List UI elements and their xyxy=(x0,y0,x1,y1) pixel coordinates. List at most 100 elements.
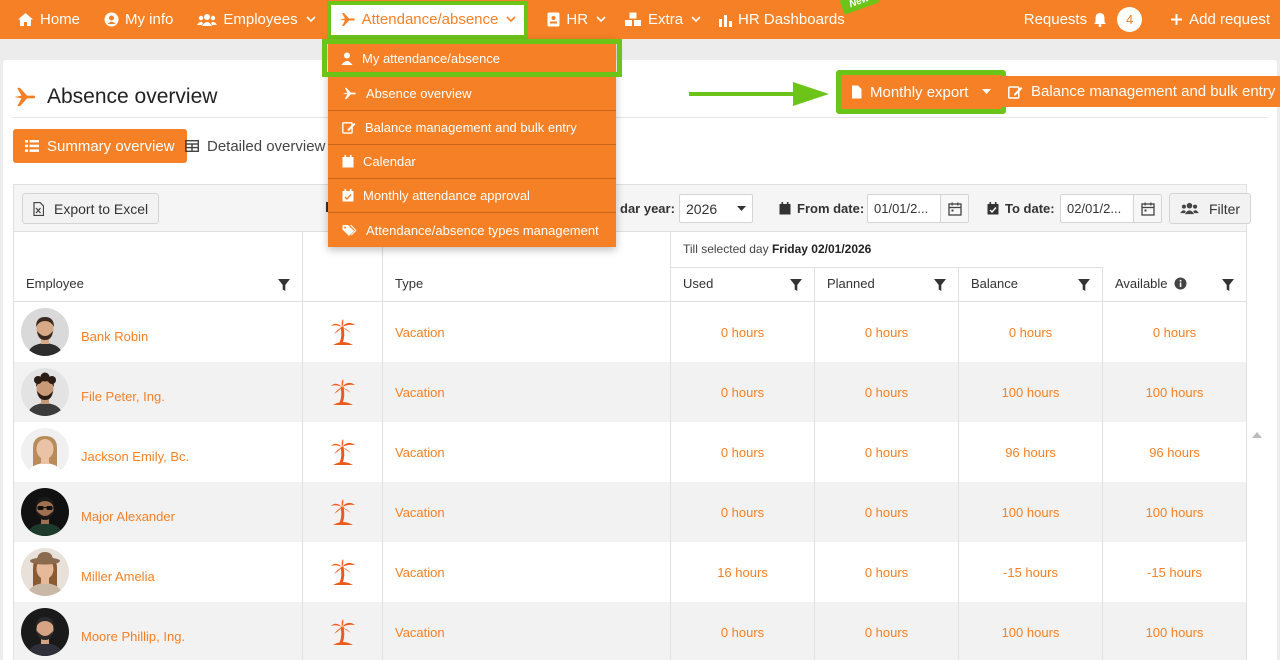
cell-type[interactable]: Vacation xyxy=(383,362,671,422)
cell-balance[interactable]: -15 hours xyxy=(959,542,1103,602)
cell-planned[interactable]: 0 hours xyxy=(815,542,959,602)
caret-down-icon xyxy=(737,205,746,212)
airplane-icon xyxy=(342,87,357,100)
filter-funnel-icon[interactable] xyxy=(934,279,946,292)
nav-attendance-absence[interactable]: Attendance/absence xyxy=(326,0,529,39)
employee-name-link[interactable]: Moore Phillip, Ing. xyxy=(81,629,185,644)
info-icon[interactable] xyxy=(1174,277,1187,290)
cell-planned[interactable]: 0 hours xyxy=(815,422,959,482)
export-to-excel-button[interactable]: Export to Excel xyxy=(22,193,160,224)
cell-balance[interactable]: 96 hours xyxy=(959,422,1103,482)
table-row[interactable]: Miller Amelia Vacation 16 hours 0 hours -15 … xyxy=(14,542,1246,602)
avatar[interactable] xyxy=(21,608,69,656)
dropdown-item-attendance-absence-types-management[interactable]: Attendance/absence types management xyxy=(328,213,616,247)
calendar-year-select[interactable]: 2026 xyxy=(679,194,753,223)
top-navigation: Home My info Employees Attendance/absenc… xyxy=(0,0,1280,39)
employee-name-link[interactable]: File Peter, Ing. xyxy=(81,389,165,404)
plus-icon xyxy=(1170,13,1183,26)
table-icon xyxy=(185,140,199,152)
cell-used[interactable]: 0 hours xyxy=(671,602,815,660)
users-icon xyxy=(1180,202,1199,215)
cell-used[interactable]: 16 hours xyxy=(671,542,815,602)
nav-home[interactable]: Home xyxy=(8,0,89,39)
employee-name-link[interactable]: Bank Robin xyxy=(81,329,148,344)
cell-available[interactable]: 0 hours xyxy=(1103,302,1246,362)
main-panel: Absence overview Monthly export Balance … xyxy=(3,60,1280,660)
from-date-input[interactable]: 01/01/2... xyxy=(867,194,969,223)
monthly-export-button[interactable]: Monthly export xyxy=(836,70,1007,114)
grid-rows: Bank Robin Vacation 0 hours 0 hours 0 hours 0… xyxy=(14,302,1246,660)
avatar[interactable] xyxy=(21,548,69,596)
dropdown-item-balance-management-and-bulk-entry[interactable]: Balance management and bulk entry xyxy=(328,111,616,145)
calendar-picker-icon[interactable] xyxy=(940,195,968,222)
nav-hr[interactable]: HR xyxy=(538,0,615,39)
filter-funnel-icon[interactable] xyxy=(790,279,802,292)
caret-down-icon[interactable] xyxy=(982,89,992,95)
dropdown-item-monthly-attendance-approval[interactable]: Monthly attendance approval xyxy=(328,179,616,213)
header-employee[interactable]: Employee xyxy=(14,232,303,302)
cell-type[interactable]: Vacation xyxy=(383,422,671,482)
table-row[interactable]: File Peter, Ing. Vacation 0 hours 0 hours 10… xyxy=(14,362,1246,422)
cell-planned[interactable]: 0 hours xyxy=(815,302,959,362)
filter-funnel-icon[interactable] xyxy=(1222,279,1234,292)
tab-summary-overview[interactable]: Summary overview xyxy=(13,129,187,163)
nav-employees[interactable]: Employees xyxy=(188,0,324,39)
nav-hr-dashboards[interactable]: HR Dashboards New xyxy=(710,0,880,39)
cell-used[interactable]: 0 hours xyxy=(671,482,815,542)
calendar-picker-icon[interactable] xyxy=(1133,195,1161,222)
avatar[interactable] xyxy=(21,428,69,476)
header-used[interactable]: Used xyxy=(671,267,815,302)
palm-tree-icon xyxy=(330,558,356,586)
cell-balance[interactable]: 100 hours xyxy=(959,362,1103,422)
cell-type[interactable]: Vacation xyxy=(383,542,671,602)
nav-add-request[interactable]: Add request xyxy=(1161,0,1280,39)
table-row[interactable]: Moore Phillip, Ing. Vacation 0 hours 0 hour… xyxy=(14,602,1246,660)
cell-available[interactable]: 100 hours xyxy=(1103,602,1246,660)
to-date-input[interactable]: 02/01/2... xyxy=(1060,194,1162,223)
cell-used[interactable]: 0 hours xyxy=(671,362,815,422)
employee-name-link[interactable]: Jackson Emily, Bc. xyxy=(81,449,189,464)
filter-funnel-icon[interactable] xyxy=(1078,279,1090,292)
avatar[interactable] xyxy=(21,308,69,356)
file-icon xyxy=(851,85,862,99)
cell-balance[interactable]: 100 hours xyxy=(959,482,1103,542)
cell-type[interactable]: Vacation xyxy=(383,302,671,362)
tab-detailed-overview[interactable]: Detailed overview xyxy=(185,129,325,163)
filter-funnel-icon[interactable] xyxy=(278,279,290,292)
cell-type[interactable]: Vacation xyxy=(383,602,671,660)
grid-toolbar: Export to Excel dar year: 2026 From date… xyxy=(14,185,1251,232)
balance-management-button[interactable]: Balance management and bulk entry xyxy=(998,76,1280,107)
cell-planned[interactable]: 0 hours xyxy=(815,362,959,422)
dropdown-item-absence-overview[interactable]: Absence overview xyxy=(328,77,616,111)
filter-button[interactable]: Filter xyxy=(1169,193,1251,224)
cell-type[interactable]: Vacation xyxy=(383,482,671,542)
chevron-down-icon xyxy=(506,16,516,23)
header-balance[interactable]: Balance xyxy=(959,267,1103,302)
employee-name-link[interactable]: Miller Amelia xyxy=(81,569,155,584)
employee-name-link[interactable]: Major Alexander xyxy=(81,509,175,524)
table-row[interactable]: Bank Robin Vacation 0 hours 0 hours 0 hours 0… xyxy=(14,302,1246,362)
nav-extra[interactable]: Extra xyxy=(615,0,710,39)
cell-used[interactable]: 0 hours xyxy=(671,422,815,482)
cell-balance[interactable]: 100 hours xyxy=(959,602,1103,660)
cell-available[interactable]: 100 hours xyxy=(1103,482,1246,542)
header-planned[interactable]: Planned xyxy=(815,267,959,302)
table-row[interactable]: Major Alexander Vacation 0 hours 0 hours 100… xyxy=(14,482,1246,542)
table-row[interactable]: Jackson Emily, Bc. Vacation 0 hours 0 hours… xyxy=(14,422,1246,482)
header-available[interactable]: Available xyxy=(1103,232,1247,302)
scroll-up-arrow[interactable] xyxy=(1252,431,1262,438)
chevron-down-icon xyxy=(691,16,701,23)
cell-planned[interactable]: 0 hours xyxy=(815,602,959,660)
cell-balance[interactable]: 0 hours xyxy=(959,302,1103,362)
cell-available[interactable]: 100 hours xyxy=(1103,362,1246,422)
avatar[interactable] xyxy=(21,368,69,416)
cell-available[interactable]: 96 hours xyxy=(1103,422,1246,482)
cell-planned[interactable]: 0 hours xyxy=(815,482,959,542)
dropdown-item-my-attendance-absence[interactable]: My attendance/absence xyxy=(322,39,622,77)
avatar[interactable] xyxy=(21,488,69,536)
cell-used[interactable]: 0 hours xyxy=(671,302,815,362)
nav-my-info[interactable]: My info xyxy=(95,0,182,39)
nav-requests[interactable]: Requests 4 xyxy=(1015,0,1151,39)
cell-available[interactable]: -15 hours xyxy=(1103,542,1246,602)
dropdown-item-calendar[interactable]: Calendar xyxy=(328,145,616,179)
